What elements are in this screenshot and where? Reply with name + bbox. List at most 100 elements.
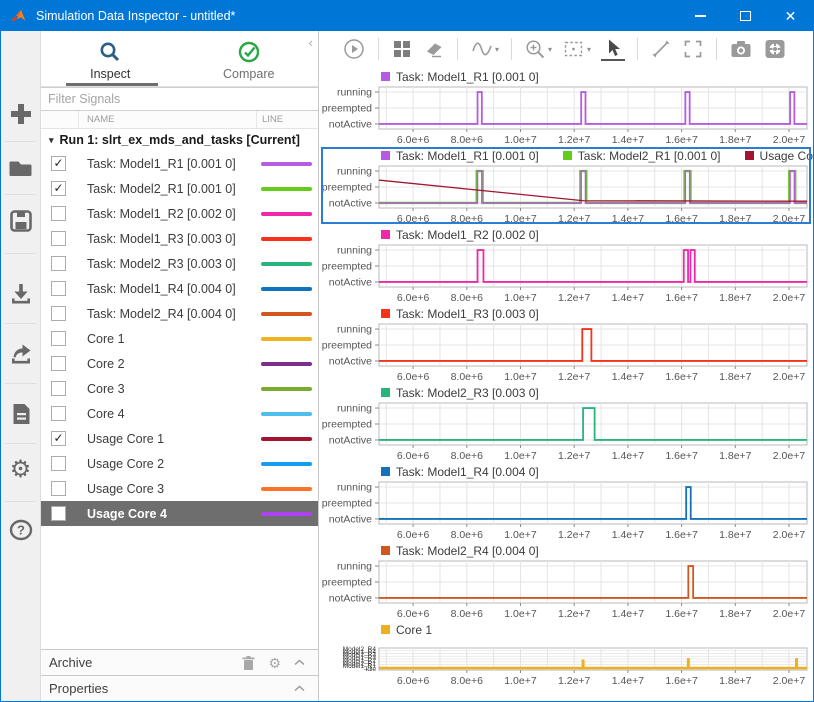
signal-row[interactable]: Usage Core 2 bbox=[41, 451, 318, 476]
subplot-canvas[interactable]: runningpreemptednotActive6.0e+68.0e+61.0… bbox=[319, 322, 814, 383]
subplot-task-model2-r3[interactable]: Task: Model2_R3 [0.003 0]runningpreempte… bbox=[319, 383, 813, 462]
signal-line-swatch[interactable] bbox=[261, 212, 312, 216]
signal-checkbox[interactable] bbox=[51, 356, 66, 371]
signal-checkbox[interactable]: ✓ bbox=[51, 181, 66, 196]
subplot-task-model1-r2[interactable]: Task: Model1_R2 [0.002 0]runningpreempte… bbox=[319, 225, 813, 304]
signal-checkbox[interactable] bbox=[51, 406, 66, 421]
signal-checkbox[interactable] bbox=[51, 381, 66, 396]
signal-line-swatch[interactable] bbox=[261, 262, 312, 266]
maximize-plot-button[interactable] bbox=[682, 38, 704, 60]
subplot-task-r1-compare-usage[interactable]: Task: Model1_R1 [0.001 0]Task: Model2_R1… bbox=[319, 146, 813, 225]
signal-line-swatch[interactable] bbox=[261, 337, 312, 341]
signal-checkbox[interactable] bbox=[51, 306, 66, 321]
export-button[interactable] bbox=[1, 341, 40, 367]
signal-line-swatch[interactable] bbox=[261, 387, 312, 391]
minimize-button[interactable] bbox=[678, 1, 723, 31]
subplot-task-model2-r4[interactable]: Task: Model2_R4 [0.004 0]runningpreempte… bbox=[319, 541, 813, 620]
subplot-canvas[interactable]: runningpreemptednotActive6.0e+68.0e+61.0… bbox=[319, 480, 814, 541]
signal-line-swatch[interactable] bbox=[261, 287, 312, 291]
signal-line-swatch[interactable] bbox=[261, 462, 312, 466]
tab-inspect[interactable]: Inspect bbox=[41, 31, 180, 86]
signal-row[interactable]: Core 4 bbox=[41, 401, 318, 426]
signal-row[interactable]: ✓Task: Model1_R1 [0.001 0] bbox=[41, 151, 318, 176]
signal-line-swatch[interactable] bbox=[261, 237, 312, 241]
subplot-task-model1-r1[interactable]: Task: Model1_R1 [0.001 0]runningpreempte… bbox=[319, 67, 813, 146]
signal-row[interactable]: Core 2 bbox=[41, 351, 318, 376]
save-button[interactable] bbox=[1, 208, 40, 234]
preferences-button[interactable]: ⚙ bbox=[1, 457, 40, 483]
legend-swatch-icon bbox=[381, 309, 390, 318]
import-button[interactable] bbox=[1, 281, 40, 307]
add-button[interactable] bbox=[1, 101, 40, 127]
signal-checkbox[interactable] bbox=[51, 506, 66, 521]
archive-trash-button[interactable] bbox=[242, 656, 255, 670]
subplot-task-model1-r4[interactable]: Task: Model1_R4 [0.004 0]runningpreempte… bbox=[319, 462, 813, 541]
archive-bar[interactable]: Archive ⚙ bbox=[41, 649, 318, 675]
signal-checkbox[interactable]: ✓ bbox=[51, 156, 66, 171]
subplot-canvas[interactable]: runningpreemptednotActive6.0e+68.0e+61.0… bbox=[319, 559, 814, 620]
report-button[interactable] bbox=[1, 401, 40, 427]
archive-collapse-button[interactable] bbox=[294, 659, 305, 666]
subplot-canvas[interactable]: runningpreemptednotActive6.0e+68.0e+61.0… bbox=[319, 401, 814, 462]
signal-row[interactable]: ✓Task: Model2_R1 [0.001 0] bbox=[41, 176, 318, 201]
signal-checkbox[interactable] bbox=[51, 281, 66, 296]
signal-line-swatch[interactable] bbox=[261, 437, 312, 441]
close-button[interactable]: ✕ bbox=[768, 1, 813, 31]
maximize-button[interactable] bbox=[723, 1, 768, 31]
plot-area: Task: Model1_R1 [0.001 0]runningpreempte… bbox=[319, 67, 813, 701]
svg-text:1.0e+7: 1.0e+7 bbox=[504, 134, 537, 146]
signal-row[interactable]: Usage Core 4 bbox=[41, 501, 318, 526]
signal-row[interactable]: Task: Model1_R3 [0.003 0] bbox=[41, 226, 318, 251]
properties-collapse-button[interactable] bbox=[294, 685, 305, 692]
run-expander-icon[interactable]: ▾ bbox=[49, 135, 54, 146]
legend-label: Task: Model2_R3 [0.003 0] bbox=[396, 386, 539, 400]
signal-checkbox[interactable] bbox=[51, 331, 66, 346]
signal-line-swatch[interactable] bbox=[261, 312, 312, 316]
signal-line-swatch[interactable] bbox=[261, 187, 312, 191]
signal-row[interactable]: Usage Core 3 bbox=[41, 476, 318, 501]
clear-subplots-button[interactable] bbox=[423, 38, 445, 60]
signal-checkbox[interactable] bbox=[51, 456, 66, 471]
replay-button[interactable] bbox=[342, 37, 366, 61]
subplot-canvas[interactable]: runningpreemptednotActive6.0e+68.0e+61.0… bbox=[319, 243, 814, 304]
run-row[interactable]: ▾ Run 1: slrt_ex_mds_and_tasks [Current] bbox=[41, 129, 318, 151]
help-button[interactable]: ? bbox=[1, 517, 40, 543]
subplot-canvas[interactable]: runningpreemptednotActive6.0e+68.0e+61.0… bbox=[319, 164, 814, 225]
signal-line-swatch[interactable] bbox=[261, 412, 312, 416]
signal-checkbox[interactable] bbox=[51, 481, 66, 496]
signal-row[interactable]: Task: Model2_R4 [0.004 0] bbox=[41, 301, 318, 326]
pointer-tool-button[interactable] bbox=[601, 38, 625, 61]
snapshot-button[interactable] bbox=[729, 38, 753, 60]
signal-line-swatch[interactable] bbox=[261, 512, 312, 516]
subplot-core-1[interactable]: Core 1Model2_R4Model1_R4Model2_R3Model1_… bbox=[319, 620, 813, 701]
filter-signals-input[interactable] bbox=[41, 87, 318, 111]
signal-line-swatch[interactable] bbox=[261, 162, 312, 166]
signal-style-button[interactable]: ▾ bbox=[470, 38, 499, 60]
svg-text:1.6e+7: 1.6e+7 bbox=[665, 675, 698, 687]
signal-row[interactable]: Task: Model1_R4 [0.004 0] bbox=[41, 276, 318, 301]
collapse-panel-chevron-icon[interactable]: ‹ bbox=[309, 35, 313, 50]
subplot-canvas[interactable]: Model2_R4Model1_R4Model2_R3Model1_R3Mode… bbox=[319, 638, 814, 701]
signal-checkbox[interactable]: ✓ bbox=[51, 431, 66, 446]
subplot-task-model1-r3[interactable]: Task: Model1_R3 [0.003 0]runningpreempte… bbox=[319, 304, 813, 383]
zoom-button[interactable]: ▾ bbox=[524, 38, 552, 61]
fit-to-view-button[interactable]: ▾ bbox=[562, 38, 591, 60]
signal-checkbox[interactable] bbox=[51, 206, 66, 221]
signal-row[interactable]: Task: Model1_R2 [0.002 0] bbox=[41, 201, 318, 226]
open-button[interactable] bbox=[1, 155, 40, 181]
signal-row[interactable]: ✓Usage Core 1 bbox=[41, 426, 318, 451]
signal-checkbox[interactable] bbox=[51, 256, 66, 271]
subplot-layout-button[interactable] bbox=[391, 38, 413, 60]
tab-compare[interactable]: Compare bbox=[180, 31, 319, 86]
signal-line-swatch[interactable] bbox=[261, 487, 312, 491]
signal-checkbox[interactable] bbox=[51, 231, 66, 246]
archive-settings-button[interactable]: ⚙ bbox=[268, 656, 281, 670]
signal-row[interactable]: Task: Model2_R3 [0.003 0] bbox=[41, 251, 318, 276]
signal-line-swatch[interactable] bbox=[261, 362, 312, 366]
signal-row[interactable]: Core 3 bbox=[41, 376, 318, 401]
subplot-canvas[interactable]: runningpreemptednotActive6.0e+68.0e+61.0… bbox=[319, 85, 814, 146]
pan-button[interactable] bbox=[650, 38, 672, 60]
signal-row[interactable]: Core 1 bbox=[41, 326, 318, 351]
plot-settings-button[interactable] bbox=[763, 38, 787, 60]
properties-bar[interactable]: Properties bbox=[41, 675, 318, 701]
